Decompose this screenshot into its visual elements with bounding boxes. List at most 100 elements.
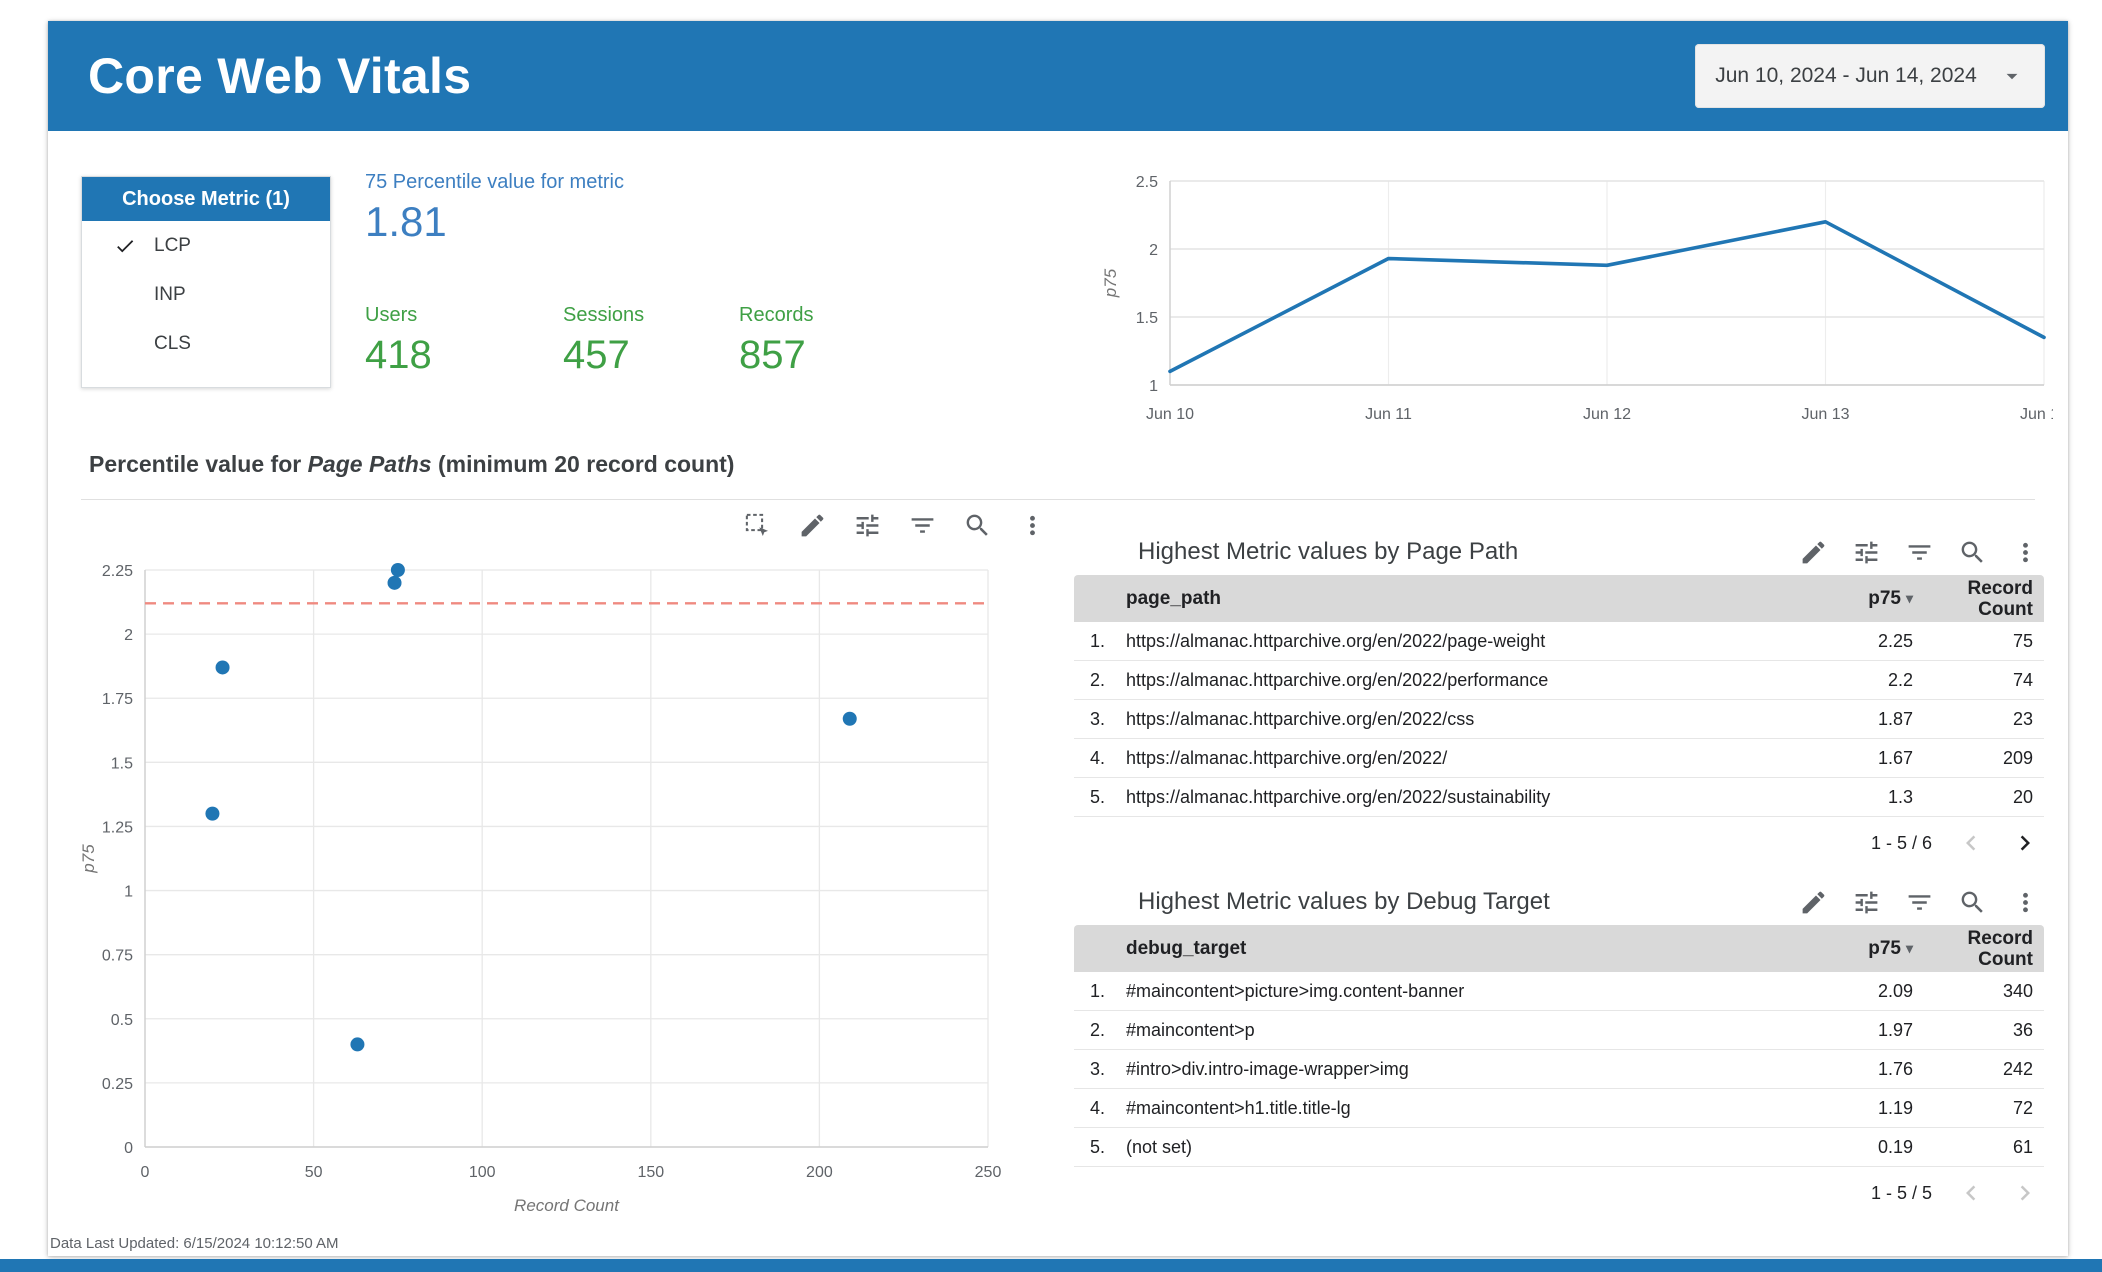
row-p75: 1.97 xyxy=(1877,1019,1913,1040)
check-placeholder xyxy=(114,283,146,307)
table-toolbar xyxy=(1799,538,2044,567)
row-index: 5. xyxy=(1090,1136,1106,1157)
table-row[interactable]: 5. https://almanac.httparchive.org/en/202… xyxy=(1074,778,2044,817)
time-series-chart[interactable]: Jun 10 Jun 11 Jun 12 Jun 13 Jun 14 1 1.5 2 2.5 p7… xyxy=(1088,161,2053,441)
prev-page-button xyxy=(1956,1178,1986,1208)
scorecard-users: Users 418 xyxy=(365,304,432,378)
table-row[interactable]: 2. https://almanac.httparchive.org/en/202… xyxy=(1074,661,2044,700)
table-body: 1. #maincontent>picture>img.content-banne… xyxy=(1074,972,2044,1167)
svg-text:0.5: 0.5 xyxy=(111,1012,133,1029)
table-debug-target: Highest Metric values by Debug Target de… xyxy=(1074,879,2044,1215)
more-vert-icon[interactable] xyxy=(2011,888,2040,917)
zoom-icon[interactable] xyxy=(963,511,992,540)
svg-text:100: 100 xyxy=(469,1164,496,1181)
table-row[interactable]: 1. https://almanac.httparchive.org/en/202… xyxy=(1074,622,2044,661)
next-page-button[interactable] xyxy=(2010,828,2040,858)
table-toolbar xyxy=(1799,888,2044,917)
table-header: page_path p75 ▾ Record Count xyxy=(1074,575,2044,622)
edit-pencil-icon[interactable] xyxy=(1799,538,1828,567)
row-dimension: https://almanac.httparchive.org/en/2022/… xyxy=(1126,708,1475,729)
filter-icon[interactable] xyxy=(908,511,937,540)
row-record-count: 242 xyxy=(2002,1058,2033,1079)
bottom-bar xyxy=(0,1259,2102,1272)
section-divider xyxy=(81,499,2035,500)
row-dimension: https://almanac.httparchive.org/en/2022/ xyxy=(1126,747,1448,768)
edit-pencil-icon[interactable] xyxy=(798,511,827,540)
table-row[interactable]: 5. (not set) 0.19 61 xyxy=(1074,1128,2044,1167)
report-header: Core Web Vitals Jun 10, 2024 - Jun 14, 2… xyxy=(48,21,2068,131)
row-index: 3. xyxy=(1090,708,1106,729)
column-header-p75[interactable]: p75 ▾ xyxy=(1763,588,1913,610)
svg-text:0.25: 0.25 xyxy=(102,1076,133,1093)
row-index: 3. xyxy=(1090,1058,1106,1079)
svg-text:1: 1 xyxy=(124,884,133,901)
svg-text:Jun 13: Jun 13 xyxy=(1801,406,1849,423)
svg-text:1.5: 1.5 xyxy=(111,755,133,772)
table-row[interactable]: 3. #intro>div.intro-image-wrapper>img 1.76… xyxy=(1074,1050,2044,1089)
kpi-value: 418 xyxy=(365,333,432,377)
kpi-label: Records xyxy=(739,304,814,326)
metric-filter-header[interactable]: Choose Metric (1) xyxy=(82,177,330,221)
column-header-record-count[interactable]: Record Count xyxy=(1913,578,2033,620)
table-row[interactable]: 4. #maincontent>h1.title.title-lg 1.19 72 xyxy=(1074,1089,2044,1128)
kpi-label: Sessions xyxy=(563,304,645,326)
row-index: 1. xyxy=(1090,980,1106,1001)
date-range-picker[interactable]: Jun 10, 2024 - Jun 14, 2024 xyxy=(1695,44,2045,108)
row-index: 2. xyxy=(1090,669,1106,690)
svg-text:250: 250 xyxy=(975,1164,1002,1181)
table-body: 1. https://almanac.httparchive.org/en/202… xyxy=(1074,622,2044,817)
column-header-record-count[interactable]: Record Count xyxy=(1913,928,2033,970)
row-dimension: #maincontent>h1.title.title-lg xyxy=(1126,1097,1351,1118)
table-row[interactable]: 4. https://almanac.httparchive.org/en/202… xyxy=(1074,739,2044,778)
column-header-debug-target[interactable]: debug_target xyxy=(1126,938,1763,960)
metric-option-inp[interactable]: INP xyxy=(82,270,330,319)
svg-text:Jun 11: Jun 11 xyxy=(1365,406,1412,423)
metric-option-cls[interactable]: CLS xyxy=(82,319,330,368)
row-p75: 1.87 xyxy=(1877,708,1913,729)
row-record-count: 23 xyxy=(2012,708,2033,729)
more-vert-icon[interactable] xyxy=(1018,511,1047,540)
row-record-count: 75 xyxy=(2012,630,2033,651)
scatter-chart[interactable]: 0 50 100 150 200 250 0 0.25 0.5 0.75 1 1.25 1.5 1.75 2… xyxy=(78,541,1038,1231)
tune-sliders-icon[interactable] xyxy=(1852,888,1881,917)
zoom-icon[interactable] xyxy=(1958,538,1987,567)
table-row[interactable]: 3. https://almanac.httparchive.org/en/202… xyxy=(1074,700,2044,739)
filter-icon[interactable] xyxy=(1905,888,1934,917)
row-dimension: https://almanac.httparchive.org/en/2022/… xyxy=(1126,786,1551,807)
column-header-page-path[interactable]: page_path xyxy=(1126,588,1763,610)
scorecard-sessions: Sessions 457 xyxy=(563,304,644,378)
svg-text:Jun 14: Jun 14 xyxy=(2020,406,2053,423)
table-title-row: Highest Metric values by Page Path xyxy=(1074,529,2044,575)
scorecard-percentile-label: 75 Percentile value for metric xyxy=(365,171,625,193)
svg-text:1.5: 1.5 xyxy=(1136,310,1158,327)
svg-text:2: 2 xyxy=(124,627,133,644)
table-row[interactable]: 1. #maincontent>picture>img.content-banne… xyxy=(1074,972,2044,1011)
tune-sliders-icon[interactable] xyxy=(1852,538,1881,567)
row-p75: 0.19 xyxy=(1877,1136,1913,1157)
row-p75: 2.25 xyxy=(1877,630,1913,651)
column-header-p75-label: p75 xyxy=(1868,937,1901,959)
row-record-count: 36 xyxy=(2012,1019,2033,1040)
svg-text:1.25: 1.25 xyxy=(102,819,133,836)
box-select-icon[interactable] xyxy=(743,511,772,540)
kpi-label: Users xyxy=(365,304,418,326)
svg-text:200: 200 xyxy=(806,1164,833,1181)
edit-pencil-icon[interactable] xyxy=(1799,888,1828,917)
zoom-icon[interactable] xyxy=(1958,888,1987,917)
column-header-p75[interactable]: p75 ▾ xyxy=(1763,938,1913,960)
table-row[interactable]: 2. #maincontent>p 1.97 36 xyxy=(1074,1011,2044,1050)
svg-text:0: 0 xyxy=(141,1164,150,1181)
dashboard-page: Core Web Vitals Jun 10, 2024 - Jun 14, 2… xyxy=(0,0,2102,1272)
more-vert-icon[interactable] xyxy=(2011,538,2040,567)
svg-text:Record Count: Record Count xyxy=(514,1196,620,1215)
row-index: 5. xyxy=(1090,786,1106,807)
svg-text:p75: p75 xyxy=(79,844,98,874)
metric-option-lcp[interactable]: LCP xyxy=(82,221,330,270)
row-dimension: https://almanac.httparchive.org/en/2022/… xyxy=(1126,669,1549,690)
row-index: 2. xyxy=(1090,1019,1106,1040)
row-record-count: 72 xyxy=(2012,1097,2033,1118)
check-placeholder xyxy=(114,332,146,356)
tune-sliders-icon[interactable] xyxy=(853,511,882,540)
row-dimension: #maincontent>p xyxy=(1126,1019,1255,1040)
filter-icon[interactable] xyxy=(1905,538,1934,567)
